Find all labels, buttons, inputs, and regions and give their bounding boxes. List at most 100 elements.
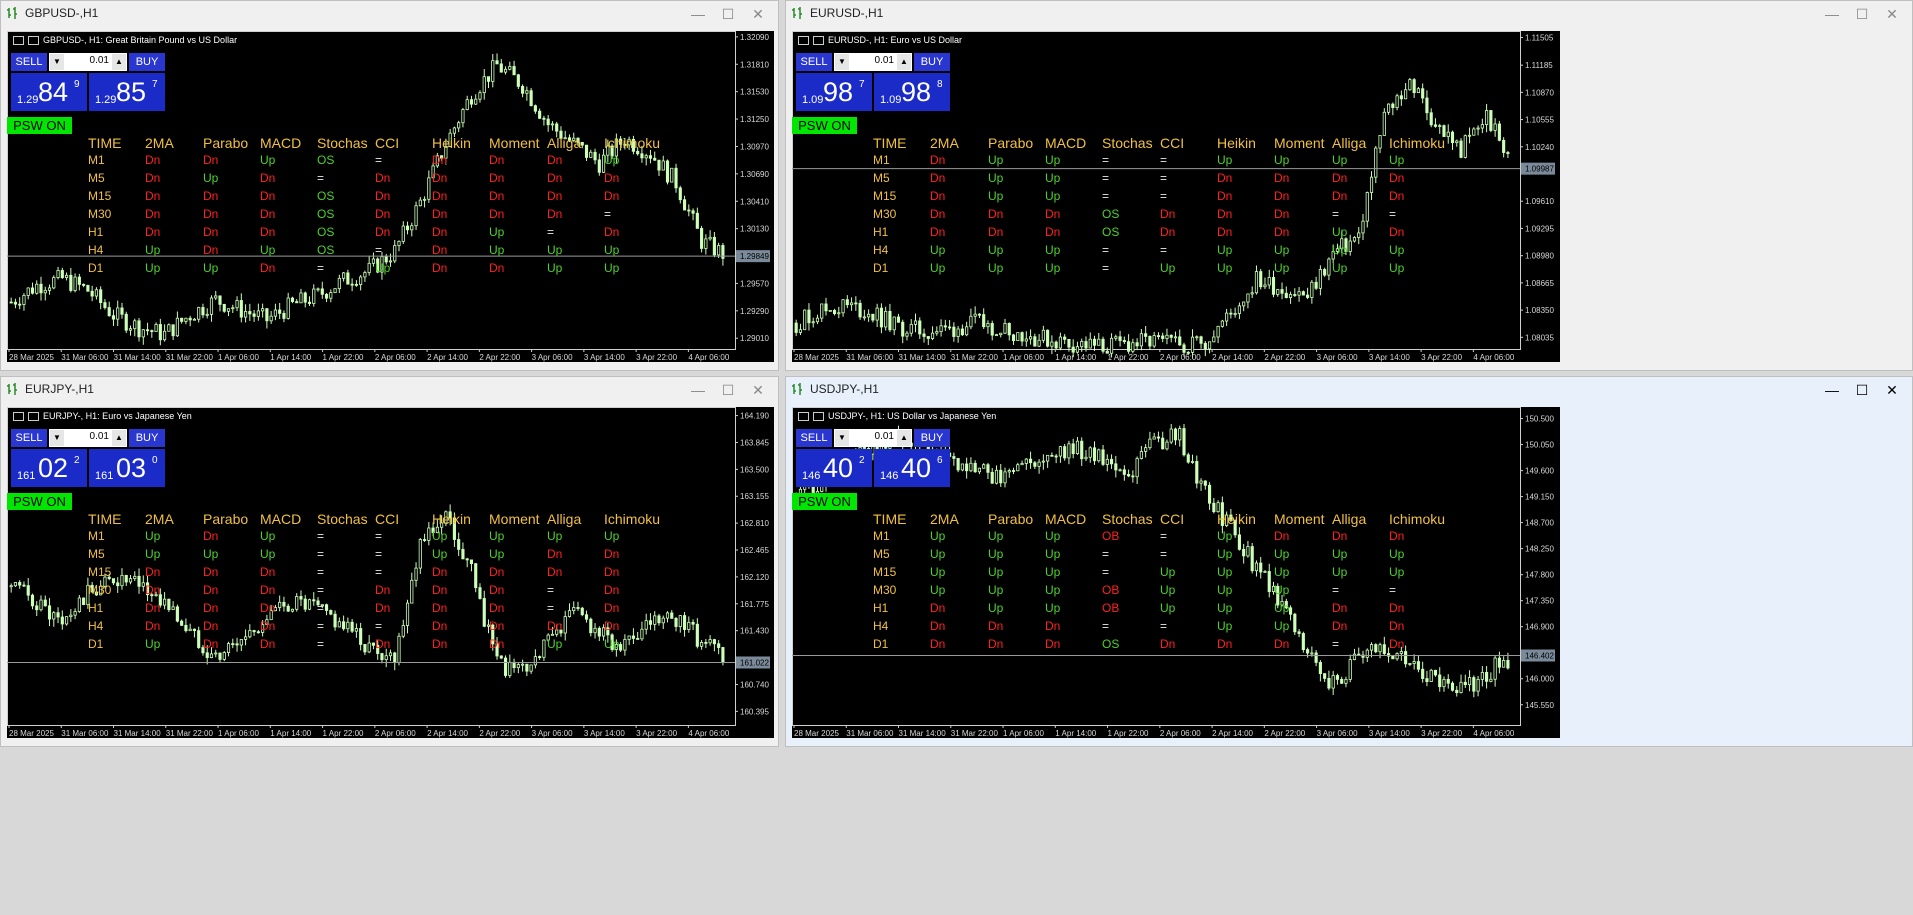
minimize-button[interactable]: — [1818,3,1846,25]
signal-cell: = [317,583,325,597]
buy-button[interactable]: BUY [129,53,165,71]
close-button[interactable]: ✕ [1878,3,1906,25]
depth-of-market-icon[interactable] [813,411,824,421]
maximize-button[interactable]: ☐ [714,3,742,25]
buy-button[interactable]: BUY [129,429,165,447]
ask-price-box[interactable]: 1.09 98 8 [874,73,950,111]
candle-body [22,295,26,305]
lot-value[interactable]: 0.01 [90,431,109,442]
title-bar[interactable]: GBPUSD-,H1 — ☐ ✕ [1,1,778,27]
one-click-trading-icon[interactable] [798,35,809,45]
price-chart[interactable]: 1.32090 1.31810 1.31530 1.31250 1.30970 1.306… [7,31,774,362]
maximize-button[interactable]: ☐ [1848,379,1876,401]
signal-cell: Dn [203,243,219,257]
lot-increase-icon[interactable]: ▲ [112,430,126,446]
candle-body [120,574,124,587]
candle-body [1455,140,1459,144]
table-header: Heikin [432,135,471,151]
signal-cell: Up [604,243,620,257]
lot-size-input[interactable]: ▼ 0.01 ▲ [834,429,912,447]
buy-button[interactable]: BUY [914,429,950,447]
ask-price-box[interactable]: 146 40 6 [874,449,950,487]
bid-price-box[interactable]: 1.29 84 9 [11,73,87,111]
psw-status-badge[interactable]: PSW ON [7,117,72,134]
table-header: Ichimoku [1389,511,1446,527]
depth-of-market-icon[interactable] [28,35,39,45]
sell-button[interactable]: SELL [796,53,832,71]
lot-size-input[interactable]: ▼ 0.01 ▲ [49,429,127,447]
lot-decrease-icon[interactable]: ▼ [50,430,64,446]
signal-cell: Dn [203,565,219,579]
minimize-button[interactable]: — [1818,379,1846,401]
lot-decrease-icon[interactable]: ▼ [835,430,849,446]
price-chart[interactable]: 164.190 163.845 163.500 163.155 162.810 162.4… [7,407,774,738]
sell-button[interactable]: SELL [11,53,47,71]
price-chart[interactable]: 150.500 150.050 149.600 149.150 148.700 148.2… [792,407,1560,738]
candle-body [180,620,184,626]
bid-price-box[interactable]: 1.09 98 7 [796,73,872,111]
one-click-trading-icon[interactable] [798,411,809,421]
signal-cell: = [1102,619,1110,633]
candle-body [999,332,1003,336]
signal-cell: Up [988,153,1004,167]
signal-cell: Dn [1274,637,1290,651]
ask-price-box[interactable]: 1.29 85 7 [89,73,165,111]
title-bar[interactable]: USDJPY-,H1 — ☐ ✕ [786,377,1912,403]
maximize-button[interactable]: ☐ [1848,3,1876,25]
chart-window-eurjpy[interactable]: EURJPY-,H1 — ☐ ✕ 164.190 163.845 163.500 163.15… [0,376,779,747]
one-click-trading-icon[interactable] [13,35,24,45]
lot-value[interactable]: 0.01 [875,431,894,442]
lot-size-input[interactable]: ▼ 0.01 ▲ [49,53,127,71]
price-chart[interactable]: 1.11505 1.11185 1.10870 1.10555 1.10240 1.099… [792,31,1560,362]
chart-window-usdjpy[interactable]: USDJPY-,H1 — ☐ ✕ 150.500 150.050 149.600 149.15… [785,376,1913,747]
chart-window-eurusd[interactable]: EURUSD-,H1 — ☐ ✕ 1.11505 1.11185 1.10870 1.1055… [785,0,1913,371]
candle-body [1237,534,1241,550]
depth-of-market-icon[interactable] [28,411,39,421]
bid-price-box[interactable]: 161 02 2 [11,449,87,487]
candle-body [150,330,154,332]
buy-button[interactable]: BUY [914,53,950,71]
table-header: Parabo [988,511,1034,527]
lot-value[interactable]: 0.01 [875,55,894,66]
one-click-trading-icon[interactable] [13,411,24,421]
candle-body [691,210,695,214]
signal-cell: Dn [1160,637,1176,651]
close-button[interactable]: ✕ [744,3,772,25]
psw-status-badge[interactable]: PSW ON [792,117,857,134]
candle-body [841,299,845,314]
candle-body [329,610,333,615]
signal-cell: Dn [432,637,448,651]
lot-decrease-icon[interactable]: ▼ [835,54,849,70]
psw-status-badge[interactable]: PSW ON [7,493,72,510]
title-bar[interactable]: EURJPY-,H1 — ☐ ✕ [1,377,778,403]
ask-price-box[interactable]: 161 03 0 [89,449,165,487]
signal-cell: Dn [432,261,448,275]
signal-cell: Dn [604,583,620,597]
candle-body [1263,284,1267,288]
title-bar[interactable]: EURUSD-,H1 — ☐ ✕ [786,1,1912,27]
lot-increase-icon[interactable]: ▲ [897,430,911,446]
chart-window-gbpusd[interactable]: GBPUSD-,H1 — ☐ ✕ 1.32090 1.31810 1.31530 1.3125… [0,0,779,371]
sell-button[interactable]: SELL [11,429,47,447]
lot-increase-icon[interactable]: ▲ [112,54,126,70]
sell-button[interactable]: SELL [796,429,832,447]
minimize-button[interactable]: — [684,379,712,401]
lot-decrease-icon[interactable]: ▼ [50,54,64,70]
signal-cell: Up [1274,565,1290,579]
ask-price-pip: 8 [937,79,943,90]
lot-size-input[interactable]: ▼ 0.01 ▲ [834,53,912,71]
minimize-button[interactable]: — [684,3,712,25]
psw-status-badge[interactable]: PSW ON [792,493,857,510]
candle-body [128,578,133,583]
bid-price-box[interactable]: 146 40 2 [796,449,872,487]
depth-of-market-icon[interactable] [813,35,824,45]
candle-body [1135,342,1139,347]
lot-increase-icon[interactable]: ▲ [897,54,911,70]
lot-value[interactable]: 0.01 [90,55,109,66]
close-button[interactable]: ✕ [744,379,772,401]
time-axis-label: 31 Mar 22:00 [166,729,214,738]
signal-cell: = [604,207,612,221]
table-header: MACD [1045,135,1087,151]
close-button[interactable]: ✕ [1878,379,1906,401]
maximize-button[interactable]: ☐ [714,379,742,401]
